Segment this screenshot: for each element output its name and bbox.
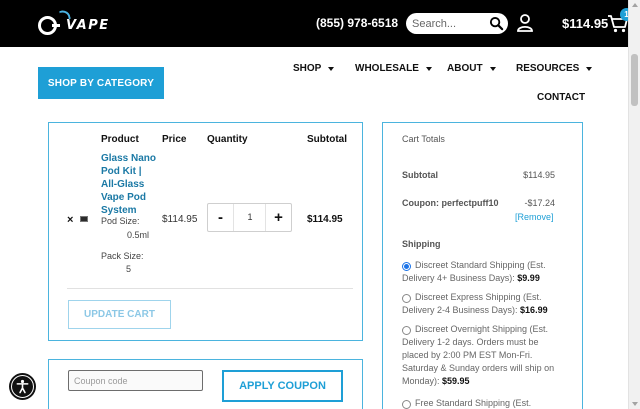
accessibility-ring [11, 375, 34, 398]
nav-item-resources[interactable]: RESOURCES [516, 63, 593, 74]
scroll-up-arrow-icon[interactable] [632, 3, 638, 7]
nav-item-about[interactable]: ABOUT [447, 63, 496, 74]
shipping-option-price: $16.99 [520, 305, 548, 315]
chevron-down-icon [425, 66, 432, 71]
shipping-option-line: Discreet Standard Shipping (Est. [415, 260, 546, 270]
page-scrollbar[interactable] [628, 0, 640, 409]
quantity-stepper: - 1 + [207, 203, 292, 232]
product-thumbnail[interactable] [80, 216, 88, 222]
column-header-subtotal: Subtotal [307, 134, 347, 145]
shop-by-category-button[interactable]: SHOP BY CATEGORY [38, 67, 164, 99]
shipping-option-line: Delivery 2-4 Business Days): [402, 305, 521, 315]
nav-item-label: ABOUT [447, 63, 483, 74]
user-account-icon[interactable] [517, 14, 533, 32]
logo-text: VAPE [66, 17, 110, 33]
top-bar: VAPE (855) 978-6518 $114.95 1 [0, 0, 633, 47]
coupon-label: Coupon: perfectpuff10 [402, 198, 499, 208]
shipping-option-price: $59.95 [442, 376, 470, 386]
coupon-code-input[interactable] [68, 370, 203, 391]
table-divider [67, 288, 353, 289]
accessibility-icon [16, 379, 29, 394]
scroll-down-arrow-icon[interactable] [632, 402, 638, 406]
scroll-thumb[interactable] [631, 54, 638, 106]
nav-item-label: SHOP [293, 63, 322, 74]
column-header-product: Product [101, 134, 139, 145]
subtotal-value: $114.95 [523, 170, 555, 180]
chevron-down-icon [328, 66, 335, 71]
quantity-input[interactable]: 1 [235, 204, 265, 231]
nav-item-contact[interactable]: CONTACT [537, 92, 585, 103]
update-cart-button[interactable]: UPDATE CART [68, 300, 171, 329]
pod-size-value: 0.5ml [127, 230, 150, 240]
coupon-discount-value: -$17.24 [524, 198, 555, 208]
shipping-option-line: Delivery 1-2 days. Orders must be [402, 337, 539, 347]
shipping-label: Shipping [402, 239, 441, 249]
quantity-decrease-button[interactable]: - [208, 204, 234, 231]
shipping-option-free[interactable]: Free Standard Shipping (Est. [402, 397, 562, 409]
shipping-option-standard[interactable]: Discreet Standard Shipping (Est. Deliver… [402, 259, 562, 285]
item-price: $114.95 [162, 214, 198, 225]
product-name-line: Pod Kit | [101, 166, 142, 177]
pack-size-value: 5 [126, 264, 132, 274]
product-name-link[interactable]: Glass Nano Pod Kit | All-Glass Vape Pod … [101, 152, 161, 217]
product-name-line: Glass Nano [101, 153, 157, 164]
product-name-line: Vape Pod [101, 192, 147, 203]
pod-size-label: Pod Size: [101, 216, 140, 226]
shipping-option-line: Discreet Overnight Shipping (Est. [415, 324, 549, 334]
search-box [406, 13, 508, 34]
nav-item-label: RESOURCES [516, 63, 580, 74]
phone-number[interactable]: (855) 978-6518 [316, 16, 398, 30]
quantity-increase-button[interactable]: + [265, 204, 291, 231]
cart-total[interactable]: $114.95 [562, 16, 608, 31]
column-header-price: Price [162, 134, 187, 145]
site-logo[interactable]: VAPE [38, 9, 110, 36]
logo-swoosh [59, 9, 71, 21]
chevron-down-icon [586, 66, 593, 71]
shipping-option-line: Delivery 4+ Business Days): [402, 273, 518, 283]
remove-coupon-link[interactable]: [Remove] [515, 212, 554, 222]
column-header-quantity: Quantity [207, 134, 248, 145]
item-subtotal: $114.95 [307, 214, 343, 225]
shipping-option-line: Free Standard Shipping (Est. [415, 398, 532, 408]
nav-item-label: WHOLESALE [355, 63, 419, 74]
pack-size-label: Pack Size: [101, 251, 144, 261]
nav-item-wholesale[interactable]: WHOLESALE [355, 63, 432, 74]
apply-coupon-button[interactable]: APPLY COUPON [222, 370, 343, 402]
shipping-option-line: Saturday & Sunday orders will ship on [402, 363, 555, 373]
accessibility-button[interactable] [9, 373, 36, 400]
shipping-option-price: $9.99 [517, 273, 540, 283]
shipping-option-line: Discreet Express Shipping (Est. [415, 292, 542, 302]
logo-mark [38, 15, 60, 35]
nav-item-label: CONTACT [537, 92, 586, 103]
subtotal-label: Subtotal [402, 170, 438, 180]
search-input[interactable] [410, 15, 484, 32]
shipping-option-overnight[interactable]: Discreet Overnight Shipping (Est. Delive… [402, 323, 562, 388]
search-icon[interactable] [489, 16, 504, 31]
remove-item-icon[interactable]: × [67, 214, 73, 226]
cart-totals-title: Cart Totals [402, 134, 445, 144]
chevron-down-icon [489, 66, 496, 71]
nav-item-shop[interactable]: SHOP [293, 63, 335, 74]
product-name-line: All-Glass [101, 179, 145, 190]
shipping-option-line: placed by 2:00 PM EST Mon-Fri. [402, 350, 533, 360]
shipping-option-express[interactable]: Discreet Express Shipping (Est. Delivery… [402, 291, 562, 317]
shipping-option-line: Monday): [402, 376, 443, 386]
